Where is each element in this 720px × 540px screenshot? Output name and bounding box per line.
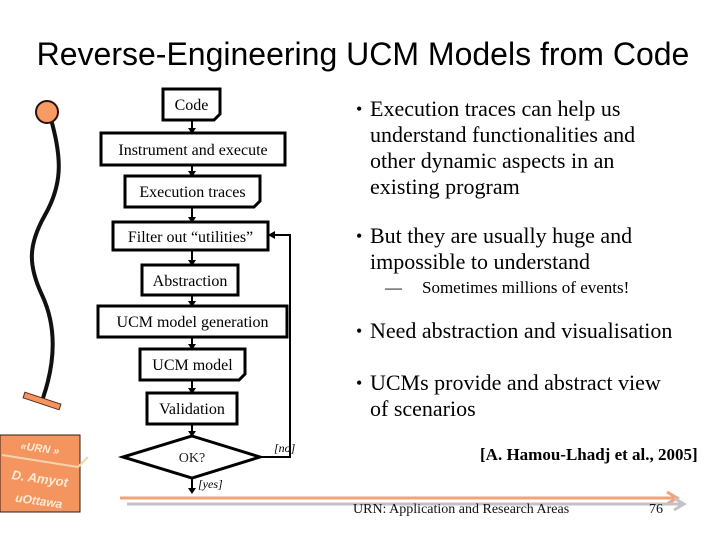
flow-step-code: Code — [161, 87, 222, 122]
flow-step-ucm-model: UCM model — [138, 347, 247, 382]
exit-arrow-yes — [188, 478, 196, 494]
flow-step-label: Execution traces — [139, 184, 245, 201]
flow-step-instrument-and-execute: Instrument and execute — [99, 131, 287, 167]
bullet-icon: • — [356, 226, 363, 246]
bullet-line: But they are usually huge and — [370, 223, 633, 248]
page-number: 76 — [649, 502, 663, 517]
flow-step-execution-traces: Execution traces — [123, 174, 262, 209]
bullet-line: existing program — [370, 174, 520, 199]
flow-step-label: Validation — [159, 401, 225, 418]
bullet-line: Execution traces can help us — [370, 96, 621, 121]
flow-step-label: Abstraction — [153, 273, 228, 290]
decision-label: OK? — [179, 451, 205, 466]
flow-step-ucm-model-generation: UCM model generation — [96, 304, 289, 339]
sub-bullet-text: Sometimes millions of events! — [422, 278, 630, 297]
bullet-icon: • — [356, 99, 363, 119]
flow-step-filter-utilities: Filter out “utilities” — [111, 220, 270, 252]
ucm-path-line — [29, 121, 61, 400]
bullet-line: other dynamic aspects in an — [370, 148, 615, 173]
connector-arrow — [188, 424, 196, 437]
flow-step-validation: Validation — [145, 391, 239, 426]
bullet-line: Need abstraction and visualisation — [370, 318, 673, 343]
bullet-icon: • — [356, 321, 363, 341]
urn-logo: «URN » D. Amyot uOttawa — [0, 434, 89, 513]
guard-label-yes: [yes] — [198, 477, 223, 491]
ucm-path — [22, 100, 62, 411]
flow-step-abstraction: Abstraction — [140, 263, 240, 297]
bullet-icon: • — [356, 373, 363, 393]
flow-step-label: UCM model generation — [117, 314, 269, 331]
bullet-line: UCMs provide and abstract view — [370, 370, 661, 395]
citation: [A. Hamou-Lhadj et al., 2005] — [480, 445, 698, 464]
slide: Reverse-Engineering UCM Models from Code… — [0, 0, 720, 540]
flow-step-label: Filter out “utilities” — [128, 229, 253, 246]
bullet-line: of scenarios — [370, 396, 476, 421]
decision-node: OK? — [117, 434, 266, 480]
bullet-line: understand functionalities and — [370, 122, 636, 147]
start-point-icon — [35, 100, 59, 124]
flow-step-label: Code — [175, 97, 209, 114]
sub-bullet-dash-icon: — — [385, 278, 402, 297]
footer-text: URN: Application and Research Areas — [353, 502, 570, 517]
feedback-arrow-no — [260, 231, 291, 458]
flow-step-label: UCM model — [152, 357, 233, 374]
bullet-line: impossible to understand — [370, 249, 590, 274]
guard-label-no: [no] — [274, 441, 296, 455]
flow-step-label: Instrument and execute — [118, 142, 267, 159]
